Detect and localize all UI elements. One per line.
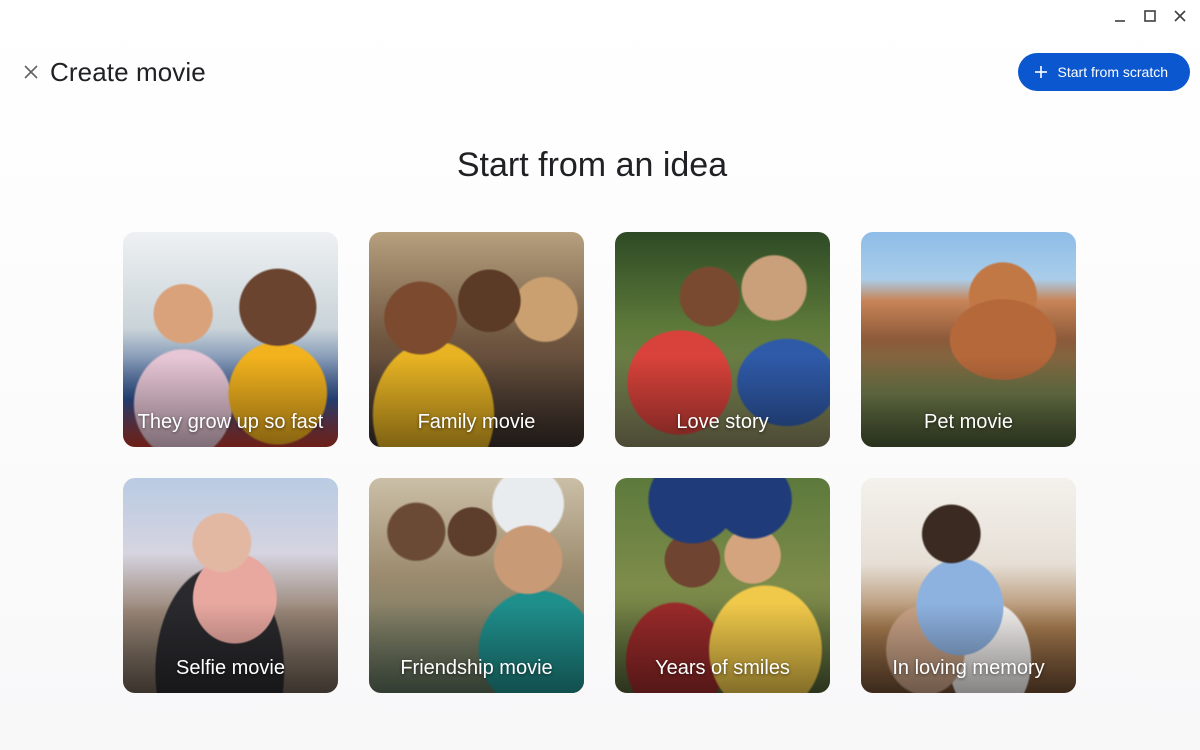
close-button[interactable]	[20, 61, 42, 83]
header: Create movie Start from scratch	[20, 52, 1190, 92]
page-title: Create movie	[50, 56, 206, 87]
idea-card-label: Family movie	[417, 411, 536, 433]
create-movie-window: Create movie Start from scratch Start fr…	[0, 0, 1200, 750]
idea-card-label: Friendship movie	[400, 657, 553, 679]
idea-card-years-of-smiles[interactable]: Years of smiles	[615, 478, 830, 693]
idea-card-pet-movie[interactable]: Pet movie	[861, 232, 1076, 447]
maximize-icon	[1144, 10, 1156, 22]
idea-card-in-loving-memory[interactable]: In loving memory	[861, 478, 1076, 693]
start-from-scratch-label: Start from scratch	[1057, 64, 1168, 80]
maximize-button[interactable]	[1138, 6, 1162, 26]
idea-card-label: In loving memory	[892, 657, 1045, 679]
idea-card-label: They grow up so fast	[137, 411, 324, 433]
close-icon	[1174, 10, 1186, 22]
idea-card-they-grow-up-so-fast[interactable]: They grow up so fast	[123, 232, 338, 447]
idea-card-family-movie[interactable]: Family movie	[369, 232, 584, 447]
idea-card-label: Years of smiles	[655, 657, 790, 679]
idea-grid: They grow up so fast Family movie Love s…	[123, 232, 1076, 693]
plus-icon	[1034, 66, 1047, 78]
window-close-button[interactable]	[1168, 6, 1192, 26]
start-from-scratch-button[interactable]: Start from scratch	[1017, 53, 1190, 91]
idea-card-label: Selfie movie	[176, 657, 285, 679]
section-title: Start from an idea	[456, 146, 728, 184]
idea-card-selfie-movie[interactable]: Selfie movie	[123, 478, 338, 693]
idea-card-love-story[interactable]: Love story	[615, 232, 830, 447]
idea-card-label: Pet movie	[924, 411, 1013, 433]
minimize-button[interactable]	[1108, 6, 1132, 26]
idea-card-label: Love story	[676, 411, 769, 433]
idea-card-friendship-movie[interactable]: Friendship movie	[369, 478, 584, 693]
header-left: Create movie	[20, 57, 206, 88]
window-controls	[1108, 6, 1192, 26]
close-icon	[24, 65, 38, 79]
minimize-icon	[1115, 20, 1125, 22]
